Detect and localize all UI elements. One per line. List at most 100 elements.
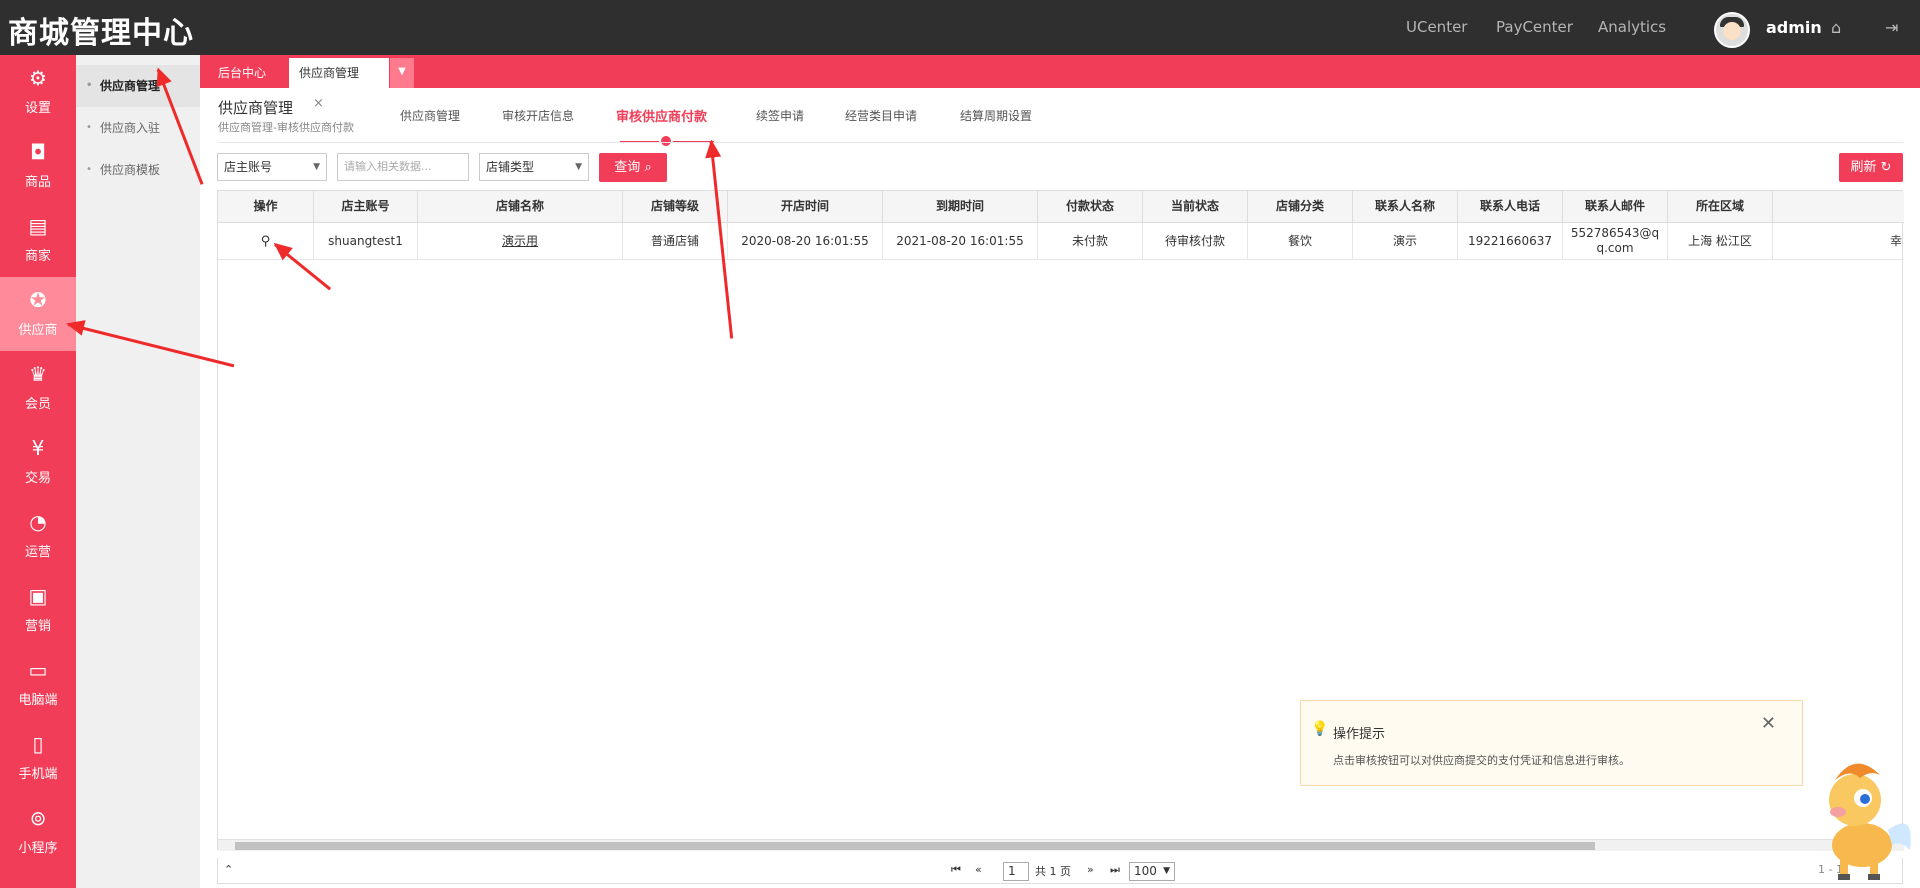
contact-phone-cell: 19221660637 xyxy=(1458,223,1563,259)
sidebar-item-label: 会员 xyxy=(24,397,51,412)
action-cell: ⚲ xyxy=(218,223,314,259)
logout-icon[interactable]: ⇥ xyxy=(1885,18,1898,37)
tab-audit-open-info[interactable]: 审核开店信息 xyxy=(502,107,574,124)
horizontal-scrollbar[interactable] xyxy=(218,839,1904,851)
tip-content: 点击审核按钮可以对供应商提交的支付凭证和信息进行审核。 xyxy=(1333,754,1630,767)
first-page-icon[interactable]: ⏮ xyxy=(951,863,961,877)
sidebar-item-goods[interactable]: ◘ 商品 xyxy=(0,129,76,203)
last-page-icon[interactable]: ⏭ xyxy=(1110,863,1120,877)
shop-name-link[interactable]: 演示用 xyxy=(418,223,623,259)
tab-home[interactable]: 后台中心 xyxy=(208,58,276,88)
select-value: 店铺类型 xyxy=(486,160,535,174)
column-header[interactable]: 开店时间 xyxy=(728,191,883,222)
refresh-icon: ↻ xyxy=(1880,160,1892,175)
subnav-item-supplier-manage[interactable]: 供应商管理 xyxy=(76,65,200,107)
column-header[interactable]: 联系人名称 xyxy=(1353,191,1458,222)
subnav-item-supplier-template[interactable]: 供应商模板 xyxy=(76,149,200,191)
sidebar-item-marketing[interactable]: ▣ 营销 xyxy=(0,573,76,647)
app-logo: 商城管理中心 xyxy=(8,16,194,51)
column-header[interactable]: 店铺名称 xyxy=(418,191,623,222)
sidebar-item-trade[interactable]: ¥ 交易 xyxy=(0,425,76,499)
sidebar-item-operation[interactable]: ◔ 运营 xyxy=(0,499,76,573)
sidebar-item-mobile[interactable]: ▯ 手机端 xyxy=(0,721,76,795)
tab-category-apply[interactable]: 经营类目申请 xyxy=(845,107,917,124)
sidebar-item-label: 小程序 xyxy=(18,841,58,856)
sidebar-item-label: 运营 xyxy=(24,545,51,560)
tab-settlement-cycle[interactable]: 结算周期设置 xyxy=(960,107,1032,124)
scrollbar-thumb[interactable] xyxy=(235,842,1595,850)
sub-sidebar: 供应商管理 供应商入驻 供应商模板 xyxy=(76,55,200,888)
active-tab-dot xyxy=(659,134,673,148)
column-header[interactable]: 联系人电话 xyxy=(1458,191,1563,222)
contact-name-cell: 演示 xyxy=(1353,223,1458,259)
chevron-up-icon[interactable]: ⌃ xyxy=(224,863,233,876)
pony-mascot-icon xyxy=(1829,763,1911,880)
column-header[interactable]: 店铺等级 xyxy=(623,191,728,222)
next-page-icon[interactable]: » xyxy=(1087,863,1094,876)
column-header[interactable]: 付款状态 xyxy=(1038,191,1143,222)
top-bar: 商城管理中心 UCenter PayCenter Analytics admin… xyxy=(0,0,1920,55)
chevron-down-icon[interactable]: ▼ xyxy=(390,58,414,88)
close-icon[interactable]: × xyxy=(313,96,324,111)
ucenter-link[interactable]: UCenter xyxy=(1406,18,1467,36)
badge-icon: ✪ xyxy=(29,288,47,312)
column-header[interactable]: 联系人邮件 xyxy=(1563,191,1668,222)
avatar[interactable] xyxy=(1714,12,1750,48)
review-search-icon[interactable]: ⚲ xyxy=(261,234,271,249)
page-title: 供应商管理 xyxy=(218,99,294,117)
shop-type-select[interactable]: 店铺类型 ▼ xyxy=(479,153,589,181)
tip-title: 操作提示 xyxy=(1333,727,1386,742)
chevron-down-icon: ▼ xyxy=(313,162,320,172)
search-input[interactable]: 请输入相关数据... xyxy=(337,153,469,181)
open-time-cell: 2020-08-20 16:01:55 xyxy=(728,223,883,259)
sidebar-item-miniapp[interactable]: ⊚ 小程序 xyxy=(0,795,76,869)
sidebar-item-label: 营销 xyxy=(24,619,51,634)
home-icon[interactable]: ⌂ xyxy=(1831,18,1841,37)
region-cell: 上海 松江区 xyxy=(1668,223,1773,259)
user-name[interactable]: admin xyxy=(1766,18,1822,37)
gear-icon: ⚙ xyxy=(29,66,47,90)
avatar-face xyxy=(1723,22,1741,40)
page-size-select[interactable]: 100 ▼ xyxy=(1129,862,1175,881)
owner-account-select[interactable]: 店主账号 ▼ xyxy=(217,153,327,181)
select-value: 100 xyxy=(1134,864,1157,878)
column-header[interactable]: 所在区域 xyxy=(1668,191,1773,222)
query-button[interactable]: 查询 ⌕ xyxy=(599,153,667,182)
truncated-cell: 幸 xyxy=(1889,233,1902,248)
column-header[interactable]: 到期时间 xyxy=(883,191,1038,222)
tab-renewal[interactable]: 续签申请 xyxy=(756,107,804,124)
column-header[interactable] xyxy=(1773,191,1904,222)
sidebar-item-member[interactable]: ♛ 会员 xyxy=(0,351,76,425)
prev-page-icon[interactable]: « xyxy=(975,863,982,876)
column-header[interactable]: 店铺分类 xyxy=(1248,191,1353,222)
sidebar-item-pc[interactable]: ▭ 电脑端 xyxy=(0,647,76,721)
tab-supplier-manage-sub[interactable]: 供应商管理 xyxy=(400,107,460,124)
sidebar-item-label: 交易 xyxy=(24,471,51,486)
monitor-icon: ▭ xyxy=(28,658,48,682)
shop-icon: ▤ xyxy=(28,214,48,238)
sidebar-item-supplier[interactable]: ✪ 供应商 xyxy=(0,277,76,351)
lightbulb-icon: 💡 xyxy=(1311,721,1329,737)
refresh-button[interactable]: 刷新 ↻ xyxy=(1839,153,1903,182)
column-header[interactable]: 当前状态 xyxy=(1143,191,1248,222)
page-number-input[interactable]: 1 xyxy=(1003,862,1029,881)
expire-time-cell: 2021-08-20 16:01:55 xyxy=(883,223,1038,259)
column-header[interactable]: 操作 xyxy=(218,191,314,222)
sidebar-item-label: 商家 xyxy=(24,249,51,264)
chevron-down-icon: ▼ xyxy=(575,162,582,172)
sidebar-item-merchant[interactable]: ▤ 商家 xyxy=(0,203,76,277)
breadcrumb: 供应商管理-审核供应商付款 xyxy=(218,121,354,134)
paycenter-link[interactable]: PayCenter xyxy=(1496,18,1573,36)
page-tab-strip: 后台中心 供应商管理 × ▼ xyxy=(200,55,1920,111)
analytics-link[interactable]: Analytics xyxy=(1598,18,1666,36)
shop-level-cell: 普通店铺 xyxy=(623,223,728,259)
button-label: 查询 xyxy=(614,160,641,175)
tab-supplier-manage[interactable]: 供应商管理 × xyxy=(289,58,389,111)
close-icon[interactable]: ✕ xyxy=(1761,713,1776,734)
column-header[interactable]: 店主账号 xyxy=(314,191,418,222)
table-header-row: 操作 店主账号 店铺名称 店铺等级 开店时间 到期时间 付款状态 当前状态 店铺… xyxy=(218,191,1904,223)
sidebar-item-label: 电脑端 xyxy=(18,693,58,708)
tabs-divider xyxy=(218,142,1903,143)
sidebar-item-settings[interactable]: ⚙ 设置 xyxy=(0,55,76,129)
tab-audit-supplier-payment[interactable]: 审核供应商付款 xyxy=(616,106,707,125)
